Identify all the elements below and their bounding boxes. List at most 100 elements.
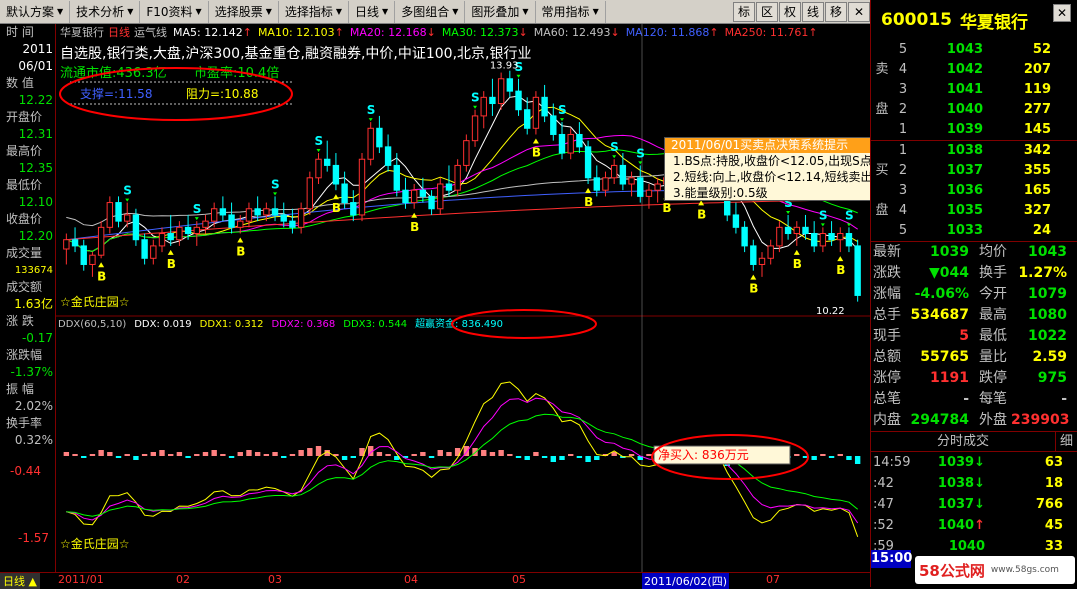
sell-price[interactable]: 1041 bbox=[913, 80, 991, 100]
ddx-bar bbox=[281, 456, 287, 458]
axis-bottom-label: -1.57 bbox=[18, 531, 50, 545]
ticks-title[interactable]: 分时成交 bbox=[871, 432, 1055, 451]
ddx-bar bbox=[185, 456, 191, 458]
buy-price[interactable]: 1037 bbox=[913, 161, 991, 181]
time-label: 时 间 bbox=[6, 25, 34, 39]
candle-body bbox=[254, 208, 261, 216]
chart-title-part: 日线 bbox=[108, 25, 130, 39]
buy-level: 2 bbox=[898, 163, 908, 178]
ddx-bar bbox=[72, 454, 78, 456]
stat-key: 最高 bbox=[979, 307, 1007, 323]
ddx-bar bbox=[194, 454, 200, 456]
tool-button-0[interactable]: 标 bbox=[733, 1, 755, 22]
ddx-bar bbox=[489, 452, 496, 456]
menu-item-7[interactable]: 图形叠加 ▼ bbox=[465, 0, 536, 23]
candle bbox=[480, 91, 487, 129]
sell-marker bbox=[194, 217, 199, 221]
ddx-bar bbox=[307, 448, 313, 456]
candle-body bbox=[767, 245, 774, 259]
tool-button-5[interactable]: ✕ bbox=[848, 1, 870, 22]
ddx-bar bbox=[202, 452, 209, 456]
stat-key: 总笔 bbox=[873, 391, 901, 407]
tick-price-value: 1039 bbox=[937, 455, 975, 470]
buy-level: 3 bbox=[898, 183, 908, 198]
ddx-bar bbox=[133, 456, 139, 460]
ticks-list: 14:59 1039↓ 63:42 1038↓ 18:47 1037↓ 766:52 1040… bbox=[871, 452, 1077, 557]
buy-price[interactable]: 1036 bbox=[913, 181, 991, 201]
candle bbox=[297, 202, 305, 234]
tool-button-1[interactable]: 区 bbox=[756, 1, 778, 22]
ddx-bar bbox=[98, 450, 104, 456]
low-label: 最低价 bbox=[6, 178, 43, 192]
sell-marker bbox=[786, 210, 791, 214]
ddx-bar bbox=[298, 450, 304, 456]
candle-body bbox=[810, 233, 818, 247]
stat-key: 换手 bbox=[979, 265, 1007, 281]
pct-value: -1.37% bbox=[10, 365, 53, 379]
ticks-detail-button[interactable]: 细 bbox=[1055, 432, 1077, 451]
ddx-bar bbox=[507, 454, 513, 456]
candle bbox=[367, 122, 374, 166]
sell-price[interactable]: 1039 bbox=[913, 120, 991, 140]
menu-item-2[interactable]: F10资料 ▼ bbox=[140, 0, 209, 23]
sell-price[interactable]: 1040 bbox=[913, 100, 991, 120]
buy-price[interactable]: 1038 bbox=[913, 141, 991, 161]
chevron-down-icon: ▼ bbox=[452, 7, 459, 16]
buy-row: 买 2 1037 355 bbox=[871, 161, 1077, 181]
buy-price[interactable]: 1033 bbox=[913, 221, 991, 241]
candle bbox=[845, 227, 853, 253]
candle-body bbox=[480, 96, 487, 117]
ma-arrow: ↑ bbox=[335, 26, 344, 39]
tool-button-3[interactable]: 线 bbox=[802, 1, 824, 22]
buy-price[interactable]: 1035 bbox=[913, 201, 991, 221]
candle bbox=[428, 190, 435, 215]
candle bbox=[793, 221, 800, 246]
candle-body bbox=[202, 220, 209, 228]
menu-item-3[interactable]: 选择股票 ▼ bbox=[209, 0, 279, 23]
sell-price[interactable]: 1043 bbox=[913, 40, 991, 60]
tick-price: 1038↓ bbox=[915, 473, 989, 494]
tool-button-4[interactable]: 移 bbox=[825, 1, 847, 22]
quote-stats: 最新 1039 均价 1043 涨跌 ▼044 换手 1.27% 涨幅 -4.06% 今开 1079 总… bbox=[871, 242, 1077, 432]
ddx-bar bbox=[341, 456, 348, 460]
kline-chart[interactable]: 华夏银行 日线 运气线 MA5: 12.142↑ MA10: 12.103↑ MA20: … bbox=[56, 24, 870, 572]
buy-row: 盘 4 1035 327 bbox=[871, 201, 1077, 221]
buy-arrow bbox=[98, 262, 105, 268]
buy-side-label bbox=[871, 141, 893, 161]
ticks-header: 分时成交 细 bbox=[871, 432, 1077, 452]
candle bbox=[332, 153, 340, 191]
stat-key: 最新 bbox=[873, 244, 901, 260]
sell-marker bbox=[125, 198, 130, 202]
stat-row: 现手 5 最低 1022 bbox=[871, 326, 1077, 347]
sell-side-label: 盘 bbox=[875, 102, 889, 117]
candle bbox=[471, 109, 479, 147]
candle-body bbox=[741, 226, 748, 247]
menu-item-0[interactable]: 默认方案 ▼ bbox=[0, 0, 71, 23]
candle-body bbox=[602, 177, 609, 191]
candle bbox=[158, 227, 166, 253]
candle-body bbox=[237, 220, 244, 228]
stat-key: 现手 bbox=[873, 328, 901, 344]
tool-button-2[interactable]: 权 bbox=[779, 1, 801, 22]
buy-side-label bbox=[871, 221, 893, 241]
chevron-down-icon: ▼ bbox=[382, 7, 389, 16]
last-price-label: 10.22 bbox=[816, 306, 845, 317]
menu-item-4[interactable]: 选择指标 ▼ bbox=[279, 0, 350, 23]
close-icon[interactable]: ✕ bbox=[1053, 4, 1071, 22]
sell-price[interactable]: 1042 bbox=[913, 60, 991, 80]
menu-item-1[interactable]: 技术分析 ▼ bbox=[70, 0, 141, 23]
buy-level: 4 bbox=[898, 203, 908, 218]
sell-side-label: 卖 bbox=[875, 62, 889, 77]
candle-body bbox=[219, 208, 227, 216]
high-label: 最高价 bbox=[6, 144, 43, 158]
menu-item-5[interactable]: 日线 ▼ bbox=[349, 0, 396, 23]
candle-body bbox=[341, 183, 348, 204]
candle bbox=[602, 171, 609, 197]
ddx-bar bbox=[315, 446, 322, 456]
sell-book: 5 1043 52 卖 4 1042 207 3 1041 119 盘 2 1040 277 1 1039 14… bbox=[871, 40, 1077, 141]
menu-item-6[interactable]: 多图组合 ▼ bbox=[395, 0, 466, 23]
menu-item-8[interactable]: 常用指标 ▼ bbox=[536, 0, 606, 23]
turnover-value: 0.32% bbox=[14, 433, 53, 447]
candle-body bbox=[776, 226, 783, 247]
quote-panel: 600015 华夏银行 ✕ 5 1043 52 卖 4 1042 207 3 1041 119 盘 2… bbox=[870, 0, 1077, 587]
